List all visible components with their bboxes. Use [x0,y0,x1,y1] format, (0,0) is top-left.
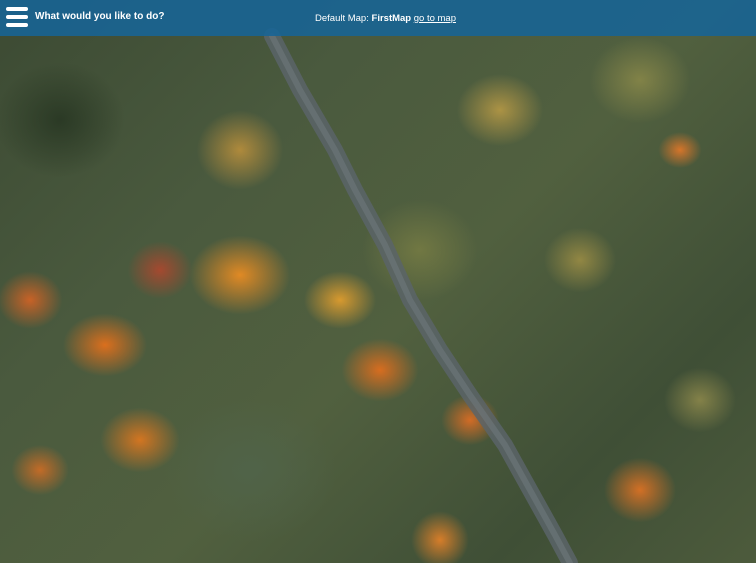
background-forest-image [0,0,756,563]
forest-road [264,28,578,563]
default-map-label: Default Map: [315,13,369,24]
action-prompt: What would you like to do? [35,11,165,22]
top-bar: What would you like to do? Default Map: … [0,0,756,36]
go-to-map-link[interactable]: go to map [414,13,456,24]
default-map-info: Default Map: FirstMap go to map [315,13,456,24]
default-map-name: FirstMap [371,13,412,24]
hamburger-menu-icon[interactable] [6,7,28,29]
